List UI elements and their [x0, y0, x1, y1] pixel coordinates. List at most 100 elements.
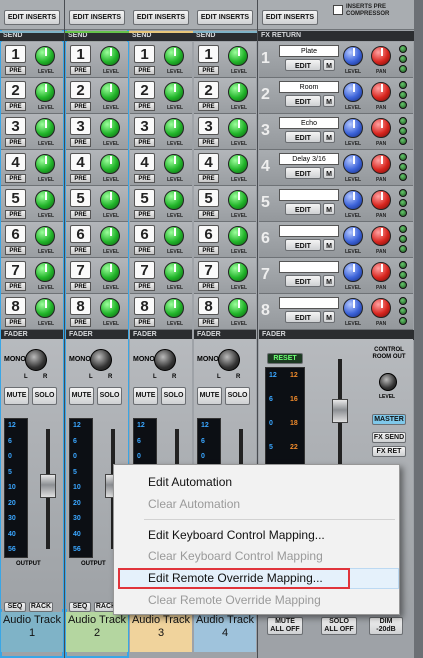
- pre-button[interactable]: PRE: [198, 210, 219, 219]
- edit-inserts-button[interactable]: EDIT INSERTS: [69, 10, 125, 25]
- solo-button[interactable]: SOLO: [225, 387, 250, 405]
- solo-button[interactable]: SOLO: [32, 387, 57, 405]
- fx-mute-button[interactable]: M: [323, 59, 335, 71]
- fx-name-field[interactable]: Echo: [279, 117, 339, 129]
- fx-send-button[interactable]: FX SEND: [372, 432, 406, 443]
- pre-button[interactable]: PRE: [5, 66, 26, 75]
- pre-button[interactable]: PRE: [70, 66, 91, 75]
- send-level-knob[interactable]: [164, 190, 184, 210]
- send-level-knob[interactable]: [100, 154, 120, 174]
- track-name-3[interactable]: Audio Track 3: [130, 612, 192, 652]
- fx-mute-button[interactable]: M: [323, 275, 335, 287]
- send-level-knob[interactable]: [228, 82, 248, 102]
- send-level-knob[interactable]: [100, 190, 120, 210]
- inserts-pre-compressor-checkbox[interactable]: [333, 5, 343, 15]
- fx-edit-button[interactable]: EDIT: [285, 311, 321, 323]
- fx-name-field[interactable]: Delay 3/16: [279, 153, 339, 165]
- send-level-knob[interactable]: [228, 118, 248, 138]
- send-level-knob[interactable]: [100, 226, 120, 246]
- fx-mute-button[interactable]: M: [323, 167, 335, 179]
- control-room-level-knob[interactable]: [379, 373, 397, 391]
- send-level-knob[interactable]: [100, 118, 120, 138]
- fx-level-knob[interactable]: [343, 46, 363, 66]
- send-level-knob[interactable]: [35, 46, 55, 66]
- send-level-knob[interactable]: [35, 262, 55, 282]
- send-level-knob[interactable]: [228, 46, 248, 66]
- send-level-knob[interactable]: [35, 226, 55, 246]
- track-name-4[interactable]: Audio Track 4: [194, 612, 256, 652]
- seq-button[interactable]: SEQ: [69, 602, 91, 612]
- fx-edit-button[interactable]: EDIT: [285, 239, 321, 251]
- fx-pan-knob[interactable]: [371, 154, 391, 174]
- fx-pan-knob[interactable]: [371, 262, 391, 282]
- pre-button[interactable]: PRE: [5, 246, 26, 255]
- fx-edit-button[interactable]: EDIT: [285, 203, 321, 215]
- mute-button[interactable]: MUTE: [4, 387, 29, 405]
- send-level-knob[interactable]: [228, 298, 248, 318]
- pre-button[interactable]: PRE: [5, 102, 26, 111]
- pre-button[interactable]: PRE: [134, 210, 155, 219]
- pan-knob[interactable]: [90, 349, 112, 371]
- mute-all-off-button[interactable]: MUTE ALL OFF: [267, 617, 303, 635]
- pre-button[interactable]: PRE: [198, 246, 219, 255]
- fx-mute-button[interactable]: M: [323, 239, 335, 251]
- fx-level-knob[interactable]: [343, 298, 363, 318]
- pre-button[interactable]: PRE: [5, 282, 26, 291]
- send-level-knob[interactable]: [35, 298, 55, 318]
- pre-button[interactable]: PRE: [198, 102, 219, 111]
- fx-level-knob[interactable]: [343, 154, 363, 174]
- pre-button[interactable]: PRE: [70, 282, 91, 291]
- pre-button[interactable]: PRE: [70, 102, 91, 111]
- fx-name-field[interactable]: [279, 189, 339, 201]
- master-button[interactable]: MASTER: [372, 414, 406, 425]
- fx-pan-knob[interactable]: [371, 226, 391, 246]
- send-level-knob[interactable]: [35, 154, 55, 174]
- fx-name-field[interactable]: [279, 261, 339, 273]
- send-level-knob[interactable]: [164, 226, 184, 246]
- send-level-knob[interactable]: [228, 226, 248, 246]
- solo-all-off-button[interactable]: SOLO ALL OFF: [321, 617, 357, 635]
- fx-level-knob[interactable]: [343, 262, 363, 282]
- pre-button[interactable]: PRE: [70, 138, 91, 147]
- send-level-knob[interactable]: [228, 262, 248, 282]
- fx-pan-knob[interactable]: [371, 190, 391, 210]
- mute-button[interactable]: MUTE: [197, 387, 222, 405]
- solo-button[interactable]: SOLO: [161, 387, 186, 405]
- edit-inserts-button[interactable]: EDIT INSERTS: [133, 10, 189, 25]
- pre-button[interactable]: PRE: [5, 138, 26, 147]
- fx-pan-knob[interactable]: [371, 118, 391, 138]
- fx-level-knob[interactable]: [343, 190, 363, 210]
- send-level-knob[interactable]: [100, 298, 120, 318]
- pre-button[interactable]: PRE: [134, 246, 155, 255]
- send-level-knob[interactable]: [100, 46, 120, 66]
- edit-inserts-button[interactable]: EDIT INSERTS: [4, 10, 60, 25]
- pre-button[interactable]: PRE: [70, 174, 91, 183]
- reset-button[interactable]: RESET: [267, 353, 303, 364]
- pre-button[interactable]: PRE: [198, 66, 219, 75]
- fx-edit-button[interactable]: EDIT: [285, 275, 321, 287]
- fx-mute-button[interactable]: M: [323, 95, 335, 107]
- fx-edit-button[interactable]: EDIT: [285, 167, 321, 179]
- send-level-knob[interactable]: [35, 118, 55, 138]
- send-level-knob[interactable]: [164, 154, 184, 174]
- fx-mute-button[interactable]: M: [323, 203, 335, 215]
- fx-level-knob[interactable]: [343, 82, 363, 102]
- menu-item-edit-keyboard-control-mapping[interactable]: Edit Keyboard Control Mapping...: [148, 528, 325, 542]
- fx-pan-knob[interactable]: [371, 46, 391, 66]
- pre-button[interactable]: PRE: [134, 318, 155, 327]
- send-level-knob[interactable]: [164, 46, 184, 66]
- pre-button[interactable]: PRE: [5, 210, 26, 219]
- seq-button[interactable]: SEQ: [4, 602, 26, 612]
- pre-button[interactable]: PRE: [70, 318, 91, 327]
- send-level-knob[interactable]: [100, 82, 120, 102]
- fx-level-knob[interactable]: [343, 118, 363, 138]
- fader-handle[interactable]: [40, 474, 56, 498]
- menu-item-edit-remote-override-mapping[interactable]: Edit Remote Override Mapping...: [148, 571, 323, 585]
- track-name-1[interactable]: Audio Track 1: [1, 612, 63, 652]
- send-level-knob[interactable]: [164, 262, 184, 282]
- fx-edit-button[interactable]: EDIT: [285, 59, 321, 71]
- send-level-knob[interactable]: [100, 262, 120, 282]
- scrollbar[interactable]: [414, 0, 423, 658]
- pre-button[interactable]: PRE: [5, 318, 26, 327]
- edit-inserts-button[interactable]: EDIT INSERTS: [197, 10, 253, 25]
